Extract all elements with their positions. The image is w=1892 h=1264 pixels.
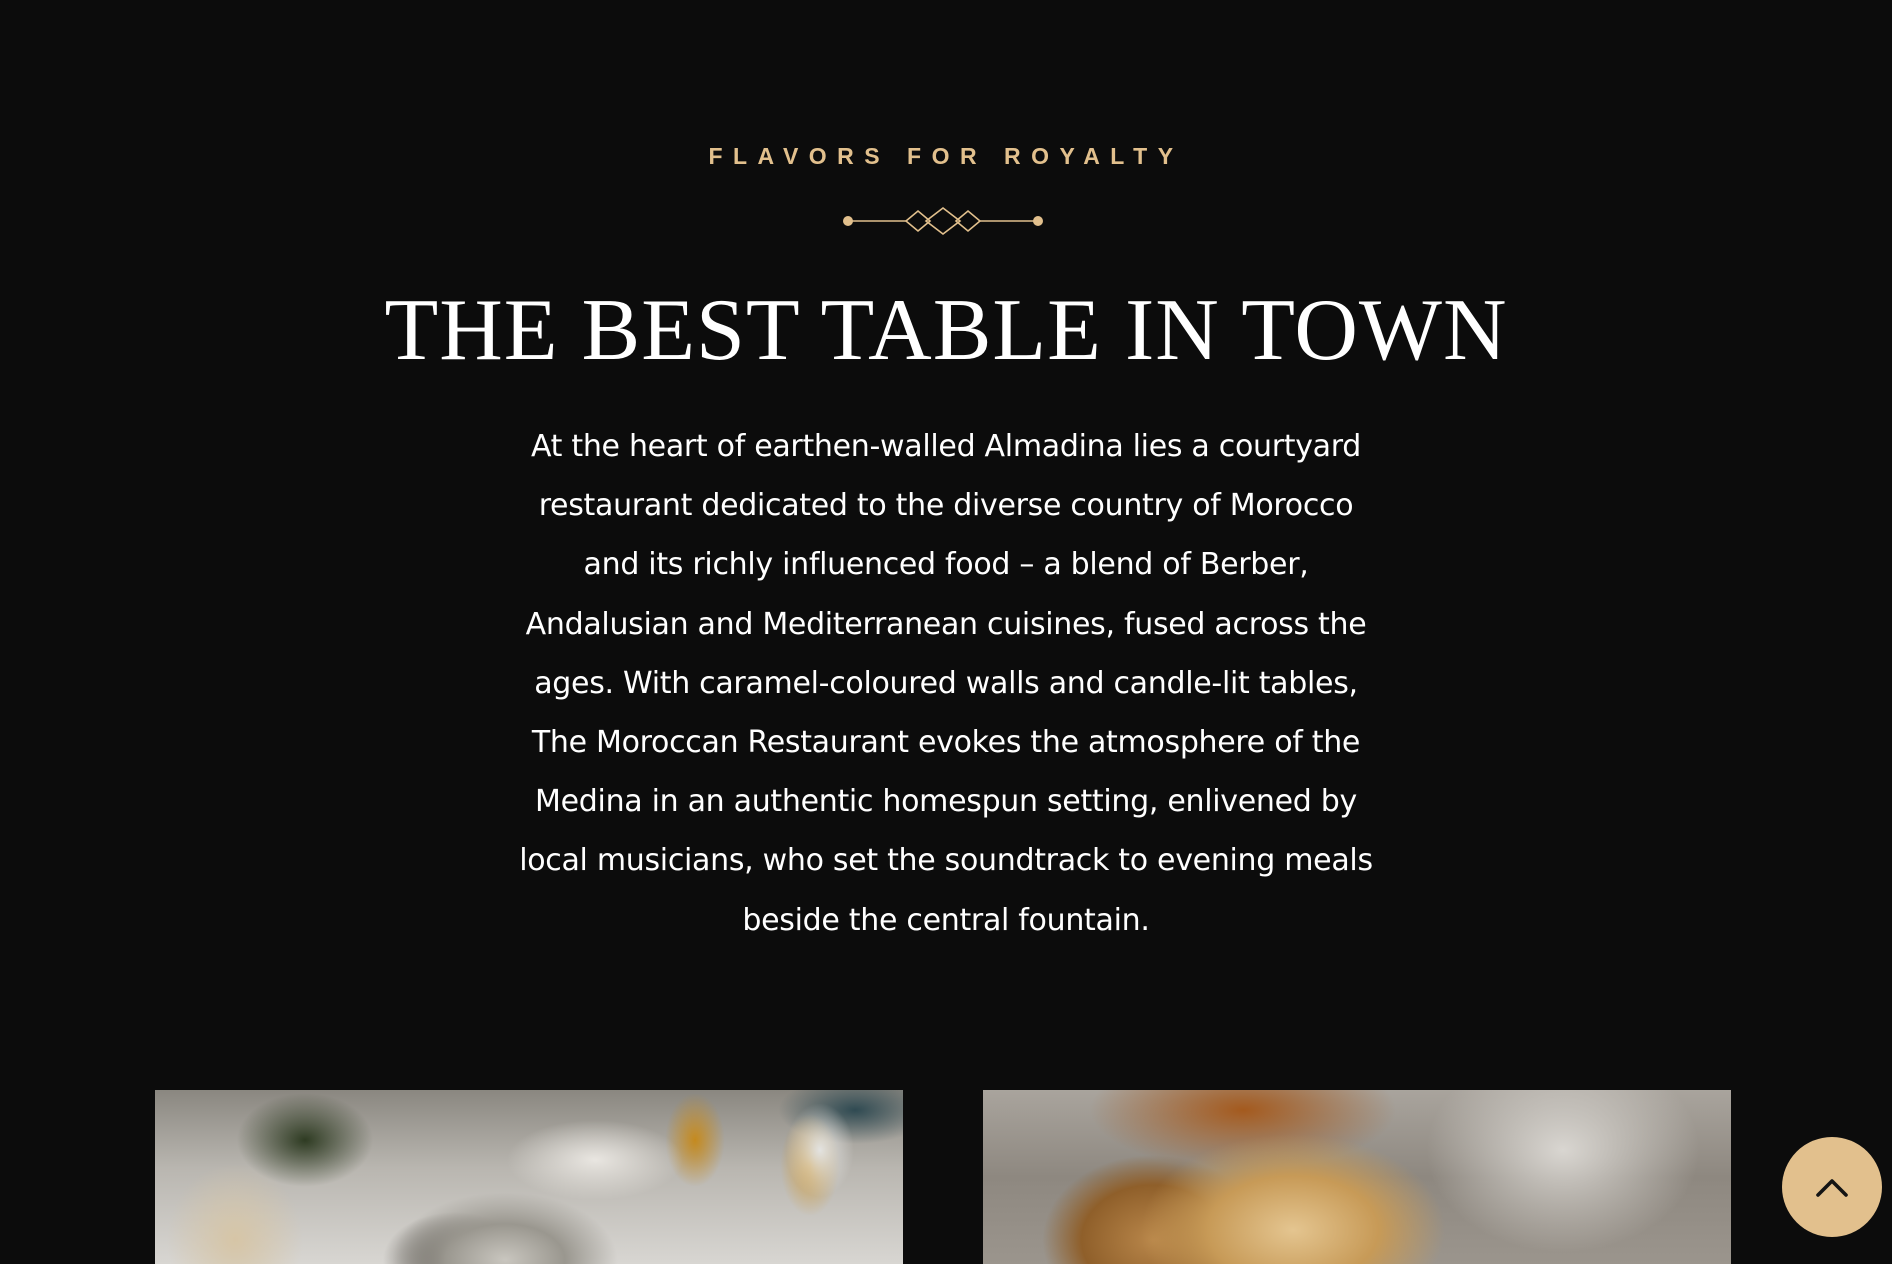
section-description: At the heart of earthen-walled Almadina … (519, 429, 1373, 938)
section-headline: THE BEST TABLE IN TOWN (384, 282, 1508, 379)
ornament-divider-icon (843, 206, 1043, 236)
chevron-up-icon (1816, 1179, 1848, 1197)
gallery-image-bread (983, 1090, 1731, 1264)
scroll-to-top-button[interactable] (1782, 1137, 1882, 1237)
gallery-image-breakfast (155, 1090, 903, 1264)
section-eyebrow: FLAVORS FOR ROYALTY (708, 143, 1184, 169)
